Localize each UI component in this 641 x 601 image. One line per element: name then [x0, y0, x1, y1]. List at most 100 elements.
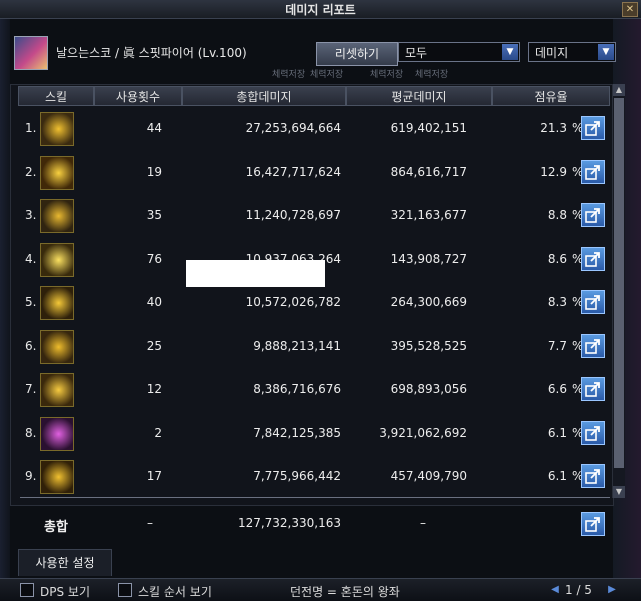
share-button[interactable]	[581, 420, 605, 445]
sub-label: 체력저장	[415, 70, 449, 80]
share-icon	[585, 164, 600, 180]
share-percent: 8.6	[547, 251, 567, 266]
total-damage: 127,732,330,163	[237, 516, 341, 530]
share-percent: 8.3	[547, 295, 567, 309]
share-percent: 8.8	[547, 208, 567, 222]
col-share[interactable]: 점유율	[492, 86, 610, 106]
share-icon	[585, 295, 600, 310]
total-damage: 16,427,717,624	[245, 164, 341, 179]
share-icon	[585, 517, 600, 532]
average-damage: 264,300,669	[390, 295, 467, 309]
total-damage: 7,842,125,385	[253, 425, 341, 440]
scrollbar[interactable]: ▲ ▼	[612, 84, 625, 498]
col-total[interactable]: 총합데미지	[182, 86, 346, 106]
skill-icon	[40, 242, 74, 277]
uses-count: 76	[146, 251, 162, 266]
skill-icon	[40, 286, 74, 320]
character-name: 날으는스코 / 眞 스핏파이어 (Lv.100)	[56, 46, 247, 60]
share-button[interactable]	[581, 464, 605, 488]
sub-label: 체력저장	[310, 70, 344, 80]
sort-select-value: 데미지	[535, 46, 569, 60]
total-damage: 7,775,966,442	[253, 469, 341, 483]
table-row: 9. 17 7,775,966,442 457,409,790 6.1 %	[10, 457, 612, 497]
dps-label: DPS 보기	[40, 585, 90, 599]
row-index: 8.	[25, 425, 37, 440]
scroll-down-arrow-icon[interactable]: ▼	[613, 486, 625, 498]
uses-count: 25	[146, 338, 162, 353]
window-title: 데미지 리포트	[285, 3, 356, 17]
share-icon	[585, 425, 600, 441]
share-button[interactable]	[581, 290, 605, 314]
average-damage: 698,893,056	[390, 382, 467, 396]
col-avg[interactable]: 평균데미지	[346, 86, 492, 106]
table-row: 7. 12 8,386,716,676 698,893,056 6.6 %	[10, 370, 612, 410]
reset-button[interactable]: 리셋하기	[316, 42, 398, 66]
average-damage: 143,908,727	[390, 251, 467, 266]
share-button[interactable]	[581, 377, 605, 401]
uses-count: 44	[146, 121, 162, 135]
average-damage: 395,528,525	[390, 338, 467, 353]
row-index: 6.	[25, 338, 37, 353]
skill-icon	[40, 329, 74, 364]
next-page-icon[interactable]: ▶	[605, 583, 619, 597]
report-header: 날으는스코 / 眞 스핏파이어 (Lv.100) 리셋하기 모두 ▼ 데미지 ▼…	[10, 22, 616, 84]
scroll-up-arrow-icon[interactable]: ▲	[613, 84, 625, 96]
share-button[interactable]	[581, 512, 605, 536]
share-icon	[585, 251, 600, 267]
uses-count: 12	[146, 382, 162, 396]
share-button[interactable]	[581, 246, 605, 271]
skill-icon	[40, 199, 74, 233]
row-index: 4.	[25, 251, 37, 266]
col-uses[interactable]: 사용횟수	[94, 86, 182, 106]
total-label: 총합	[44, 520, 68, 535]
total-damage: 10,572,026,782	[245, 295, 341, 309]
row-index: 2.	[25, 164, 37, 179]
share-button[interactable]	[581, 116, 605, 140]
filter-select-value: 모두	[405, 46, 428, 60]
share-button[interactable]	[581, 333, 605, 358]
uses-count: 2	[154, 425, 162, 440]
scroll-thumb[interactable]	[614, 98, 624, 468]
skill-order-label: 스킬 순서 보기	[138, 585, 212, 599]
col-skill[interactable]: 스킬	[18, 86, 94, 106]
close-button[interactable]: ✕	[622, 2, 638, 17]
sub-label: 체력저장	[370, 70, 404, 80]
title-bar: 데미지 리포트 ✕	[0, 0, 641, 19]
total-row: 총합 – 127,732,330,163 –	[10, 500, 612, 548]
uses-count: 35	[146, 208, 162, 222]
share-percent: 21.3	[540, 121, 567, 135]
uses-count: 40	[146, 295, 162, 309]
redaction-box	[186, 260, 325, 287]
character-avatar	[14, 36, 48, 70]
average-damage: 619,402,151	[390, 121, 467, 135]
page-indicator: 1 / 5	[565, 583, 592, 597]
sort-select[interactable]: 데미지 ▼	[528, 42, 616, 62]
share-icon	[585, 208, 600, 223]
table-row: 1. 44 27,253,694,664 619,402,151 21.3 %	[10, 109, 612, 149]
skill-icon	[40, 416, 74, 451]
table-row: 3. 35 11,240,728,697 321,163,677 8.8 %	[10, 196, 612, 236]
filter-select[interactable]: 모두 ▼	[398, 42, 520, 62]
sub-label: 체력저장	[272, 70, 306, 80]
share-button[interactable]	[581, 159, 605, 184]
share-button[interactable]	[581, 203, 605, 227]
total-damage: 11,240,728,697	[245, 208, 341, 222]
skill-icon	[40, 112, 74, 146]
row-index: 3.	[25, 208, 37, 222]
tab-used-settings[interactable]: 사용한 설정	[18, 549, 112, 576]
skill-icon	[40, 460, 74, 494]
row-index: 7.	[25, 382, 37, 396]
share-icon	[585, 382, 600, 397]
chevron-down-icon: ▼	[502, 44, 518, 60]
average-damage: 321,163,677	[390, 208, 467, 222]
uses-count: 17	[146, 469, 162, 483]
prev-page-icon[interactable]: ◀	[548, 583, 562, 597]
share-percent: 7.7	[547, 338, 567, 353]
share-icon	[585, 121, 600, 136]
row-index: 5.	[25, 295, 37, 309]
background-left	[0, 18, 10, 600]
skill-icon	[40, 373, 74, 407]
skill-order-checkbox[interactable]	[118, 583, 132, 597]
share-percent: 6.1	[547, 425, 567, 440]
dps-checkbox[interactable]	[20, 583, 34, 597]
